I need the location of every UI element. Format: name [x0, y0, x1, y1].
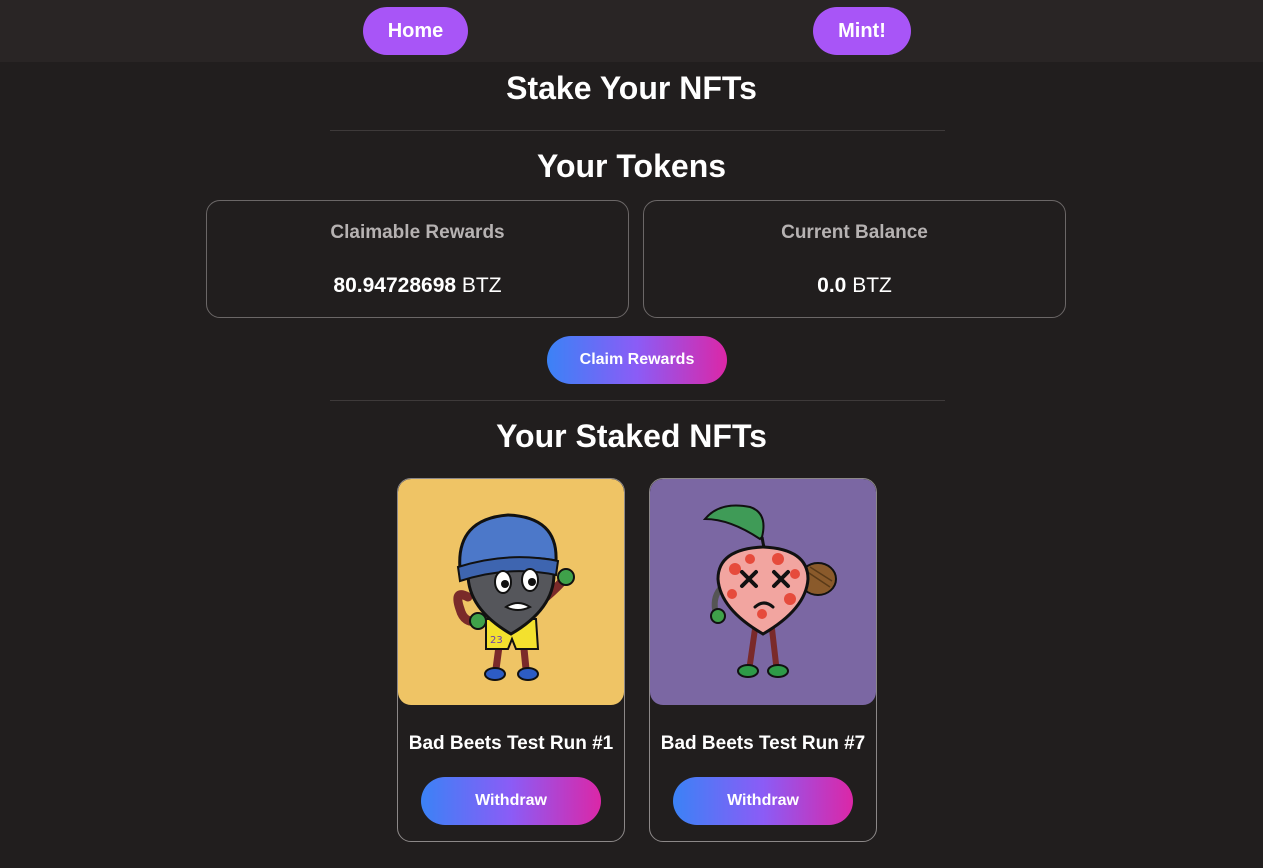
withdraw-button[interactable]: Withdraw — [673, 777, 853, 825]
nft-name: Bad Beets Test Run #1 — [408, 733, 614, 754]
claimable-rewards-value: 80.94728698 BTZ — [207, 274, 628, 298]
beet-character-icon: 23 — [453, 513, 575, 681]
nft-card: 23 Bad Beets Test Run #1 Withdraw — [397, 478, 625, 842]
claimable-rewards-label: Claimable Rewards — [330, 222, 505, 243]
claimable-rewards-card: Claimable Rewards 80.94728698 BTZ — [206, 200, 629, 318]
svg-text:23: 23 — [490, 635, 503, 646]
claimable-unit: BTZ — [461, 274, 502, 297]
nft-image: 23 — [398, 479, 624, 705]
page-title: Stake Your NFTs — [506, 70, 757, 106]
withdraw-button[interactable]: Withdraw — [421, 777, 601, 825]
top-nav-bar: Home Mint! — [0, 0, 1263, 62]
balance-amount: 0.0 — [817, 274, 847, 297]
claim-rewards-button[interactable]: Claim Rewards — [547, 336, 727, 384]
beet-character-icon — [702, 504, 837, 678]
claimable-amount: 80.94728698 — [333, 274, 457, 297]
current-balance-value: 0.0 BTZ — [644, 274, 1065, 298]
current-balance-label: Current Balance — [781, 222, 928, 243]
balance-unit: BTZ — [852, 274, 892, 297]
divider — [330, 400, 945, 401]
mint-button[interactable]: Mint! — [813, 7, 911, 55]
nft-card: Bad Beets Test Run #7 Withdraw — [649, 478, 877, 842]
staked-nfts-heading: Your Staked NFTs — [496, 418, 767, 454]
nft-image — [650, 479, 876, 705]
current-balance-card: Current Balance 0.0 BTZ — [643, 200, 1066, 318]
tokens-heading: Your Tokens — [536, 148, 727, 184]
home-button[interactable]: Home — [363, 7, 468, 55]
nft-name: Bad Beets Test Run #7 — [660, 733, 866, 754]
divider — [330, 130, 945, 131]
